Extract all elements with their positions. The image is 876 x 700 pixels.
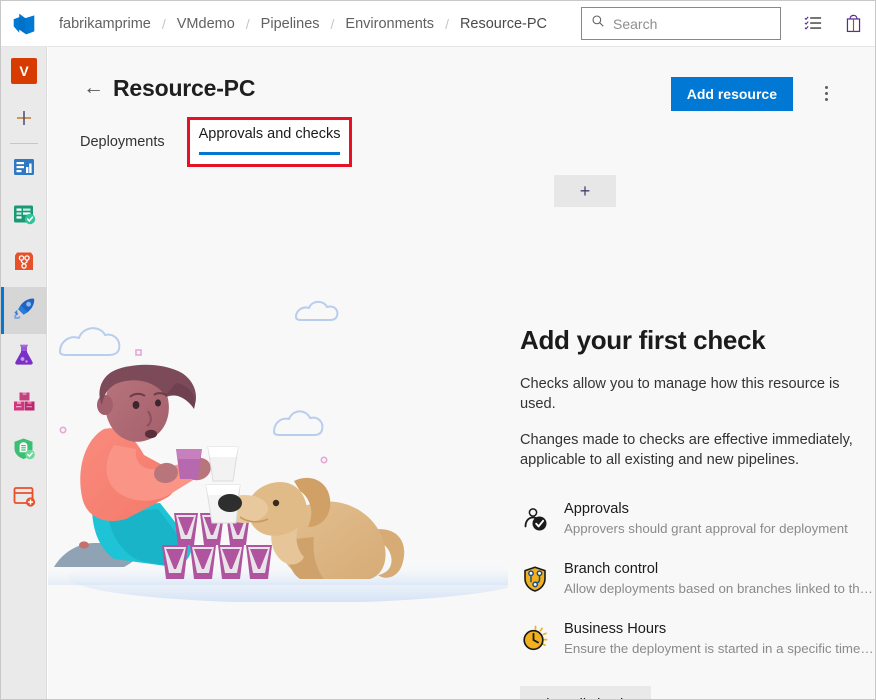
approvals-icon [520, 504, 550, 534]
empty-state-paragraph-1: Checks allow you to manage how this reso… [520, 376, 840, 412]
breadcrumb-item-project[interactable]: VMdemo [175, 16, 237, 32]
app-window: fabrikamprime / VMdemo / Pipelines / Env… [0, 0, 876, 700]
check-item-text: Branch control Allow deployments based o… [564, 560, 875, 598]
sidebar-item-artifacts[interactable] [1, 381, 47, 428]
overview-icon [11, 154, 37, 185]
pipelines-rocket-icon [11, 295, 38, 327]
user-avatar[interactable]: V [1, 47, 47, 94]
check-description: Ensure the deployment is started in a sp… [564, 641, 875, 656]
check-description: Allow deployments based on branches link… [564, 581, 875, 596]
breadcrumb-item-org[interactable]: fabrikamprime [57, 16, 153, 32]
top-navigation-bar: fabrikamprime / VMdemo / Pipelines / Env… [1, 1, 875, 47]
check-name: Branch control [564, 561, 659, 577]
test-plans-flask-icon [11, 342, 37, 373]
empty-state-paragraph-2: Changes made to checks are effective imm… [520, 432, 853, 468]
check-name: Business Hours [564, 621, 667, 637]
person-stacking-cups-with-dog-illustration [48, 277, 508, 602]
kebab-dot [824, 91, 828, 95]
checklist-icon[interactable] [801, 12, 825, 36]
check-item-text: Approvals Approvers should grant approva… [564, 500, 848, 538]
branch-control-shield-icon [520, 564, 550, 594]
page-title: Resource-PC [113, 75, 256, 101]
sidebar-item-pipelines[interactable] [1, 287, 47, 334]
view-all-checks-button[interactable]: View all checks [520, 686, 652, 699]
azure-devops-logo[interactable] [1, 1, 47, 46]
avatar-initial: V [11, 57, 37, 84]
plus-icon: + [579, 181, 591, 201]
breadcrumb: fabrikamprime / VMdemo / Pipelines / Env… [57, 16, 549, 32]
tab-approvals-and-checks[interactable]: Approvals and checks [199, 126, 341, 142]
check-item-business-hours[interactable]: Business Hours Ensure the deployment is … [520, 620, 875, 658]
breadcrumb-item-resource[interactable]: Resource-PC [458, 16, 549, 32]
tab-active-underline [198, 152, 341, 155]
kebab-dot [824, 85, 828, 89]
sidebar-item-test-plans[interactable] [1, 334, 47, 381]
breadcrumb-separator: / [445, 15, 449, 32]
plus-icon [17, 110, 31, 125]
left-navigation-rail: V [1, 47, 47, 699]
highlight-box-approvals-and-checks: Approvals and checks [186, 117, 353, 167]
artifacts-boxes-icon [11, 389, 37, 420]
breadcrumb-item-environments[interactable]: Environments [343, 16, 436, 32]
suggested-checks-list: Approvals Approvers should grant approva… [520, 500, 875, 658]
new-item-button[interactable] [1, 94, 47, 141]
empty-state-panel: Add your first check Checks allow you to… [520, 325, 875, 699]
check-item-branch-control[interactable]: Branch control Allow deployments based o… [520, 560, 875, 598]
top-bar-actions [801, 1, 865, 46]
sidebar-item-boards[interactable] [1, 193, 47, 240]
main-content-area: ← Resource-PC Add resource Deployments A… [48, 47, 875, 699]
breadcrumb-separator: / [245, 15, 250, 32]
search-icon [591, 14, 605, 33]
breadcrumb-separator: / [161, 15, 166, 32]
sidebar-item-add-extension[interactable] [1, 475, 47, 522]
repos-icon [11, 248, 37, 279]
tab-deployments[interactable]: Deployments [78, 125, 167, 156]
tab-bar: Deployments Approvals and checks [78, 117, 353, 167]
more-actions-button[interactable] [815, 81, 837, 105]
empty-state-title: Add your first check [520, 325, 766, 355]
check-item-approvals[interactable]: Approvals Approvers should grant approva… [520, 500, 870, 538]
rail-divider [9, 143, 38, 144]
check-name: Approvals [564, 501, 629, 517]
search-input[interactable] [613, 15, 763, 32]
breadcrumb-separator: / [330, 15, 335, 32]
check-description: Approvers should grant approval for depl… [564, 521, 848, 536]
add-check-button[interactable]: + [554, 175, 616, 207]
add-extension-icon [11, 483, 37, 514]
boards-icon [11, 201, 37, 232]
add-resource-button[interactable]: Add resource [670, 77, 793, 111]
sidebar-item-advanced-security[interactable] [1, 428, 47, 475]
check-item-text: Business Hours Ensure the deployment is … [564, 620, 875, 658]
marketplace-bag-icon[interactable] [841, 12, 865, 36]
sidebar-item-repos[interactable] [1, 240, 47, 287]
breadcrumb-item-pipelines[interactable]: Pipelines [259, 16, 322, 32]
kebab-dot [824, 97, 828, 101]
search-box[interactable] [581, 7, 781, 40]
shield-check-icon [11, 436, 37, 467]
back-button[interactable]: ← [83, 77, 104, 98]
business-hours-clock-icon [520, 624, 550, 654]
sidebar-item-overview[interactable] [1, 146, 47, 193]
